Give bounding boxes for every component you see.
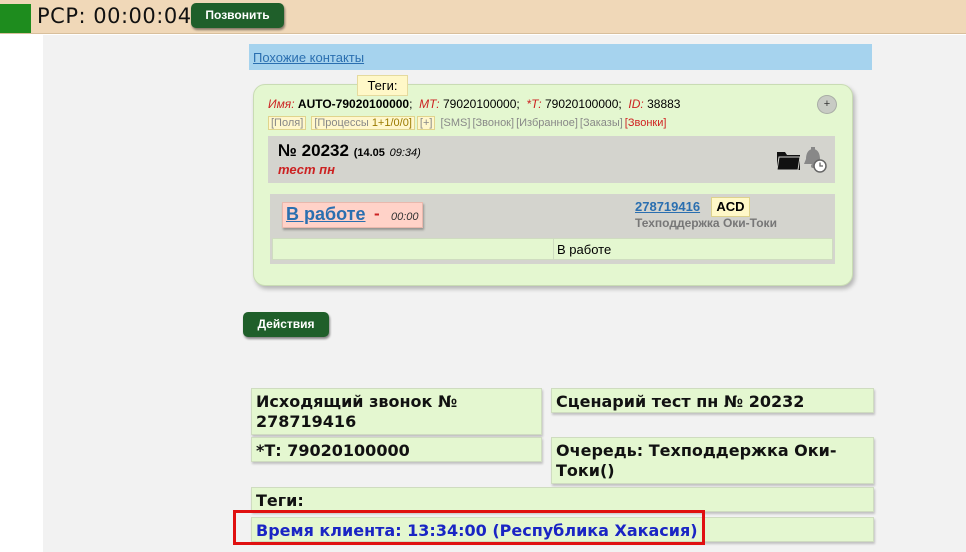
call-button[interactable]: Позвонить — [191, 3, 284, 28]
add-process-link[interactable]: [+] — [416, 116, 436, 130]
id-label: ID: — [628, 97, 644, 111]
acd-badge: ACD — [711, 197, 750, 217]
folder-icon[interactable] — [776, 148, 802, 172]
mt-label: МТ: — [419, 97, 440, 111]
similar-contacts-bar: Похожие контакты — [249, 44, 872, 70]
status-label[interactable]: В работе — [286, 204, 366, 225]
order-time: 09:34) — [389, 147, 421, 159]
call-link[interactable]: [Звонок] — [472, 117, 514, 129]
contact-links: [Поля] [Процессы 1+1/0/0] [+] [SMS] [Звоно… — [268, 116, 666, 130]
queue-box: Очередь: Техподдержка Оки-Токи() — [551, 437, 874, 484]
orders-link[interactable]: [Заказы] — [580, 117, 623, 129]
call-timer: РСР: 00:00:04 — [37, 4, 192, 28]
contact-card: Имя: AUTO-79020100000; МТ: 79020100000; … — [253, 84, 853, 286]
order-number: № 20232 (14.05 09:34) — [278, 141, 421, 161]
order-date: (14.05 — [353, 147, 385, 159]
tags-box: Теги: — [251, 487, 874, 512]
status-row-text: В работе — [557, 242, 612, 257]
tags-tooltip: Теги: — [357, 75, 408, 96]
similar-contacts-link[interactable]: Похожие контакты — [253, 50, 364, 65]
top-bar: РСР: 00:00:04 Позвонить — [0, 0, 966, 34]
contact-info-line: Имя: AUTO-79020100000; МТ: 79020100000; … — [268, 97, 681, 111]
order-subtitle: тест пн — [278, 162, 335, 177]
status-tag[interactable]: В работе - 00:00 — [282, 202, 423, 228]
order-number-value: № 20232 — [278, 141, 349, 160]
name-value: AUTO-79020100000 — [297, 97, 410, 111]
expand-button[interactable]: + — [817, 95, 837, 114]
status-row-divider — [553, 239, 554, 259]
phone-box: *Т: 79020100000 — [251, 437, 542, 462]
calls-link[interactable]: [Звонки] — [625, 117, 667, 129]
scenario-box: Сценарий тест пн № 20232 — [551, 388, 874, 413]
status-panel: В работе - 00:00 278719416 ACD Техподдер… — [270, 194, 835, 264]
t-value: 79020100000 — [544, 97, 619, 111]
fields-link[interactable]: [Поля] — [268, 116, 307, 130]
highlight-frame — [233, 510, 705, 545]
processes-count: 1+1/0/0] — [371, 117, 412, 129]
id-value: 38883 — [647, 97, 681, 111]
status-dash: - — [374, 204, 380, 223]
processes-label: [Процессы — [314, 117, 369, 129]
favorites-link[interactable]: [Избранное] — [516, 117, 578, 129]
mt-value: 79020100000 — [442, 97, 517, 111]
call-id-link[interactable]: 278719416 — [635, 199, 700, 214]
order-panel: № 20232 (14.05 09:34) тест пн — [268, 136, 835, 183]
queue-name: Техподдержка Оки-Токи — [635, 216, 777, 230]
name-label: Имя: — [268, 97, 295, 111]
actions-button[interactable]: Действия — [243, 312, 329, 337]
status-indicator — [0, 4, 31, 33]
bell-clock-icon[interactable] — [801, 146, 827, 174]
outgoing-call-box: Исходящий звонок № 278719416 — [251, 388, 542, 435]
processes-link[interactable]: [Процессы 1+1/0/0] — [311, 116, 415, 130]
status-elapsed: 00:00 — [391, 211, 419, 223]
status-row: В работе — [272, 238, 833, 260]
t-label: *Т: — [526, 97, 542, 111]
sms-link[interactable]: [SMS] — [441, 117, 471, 129]
